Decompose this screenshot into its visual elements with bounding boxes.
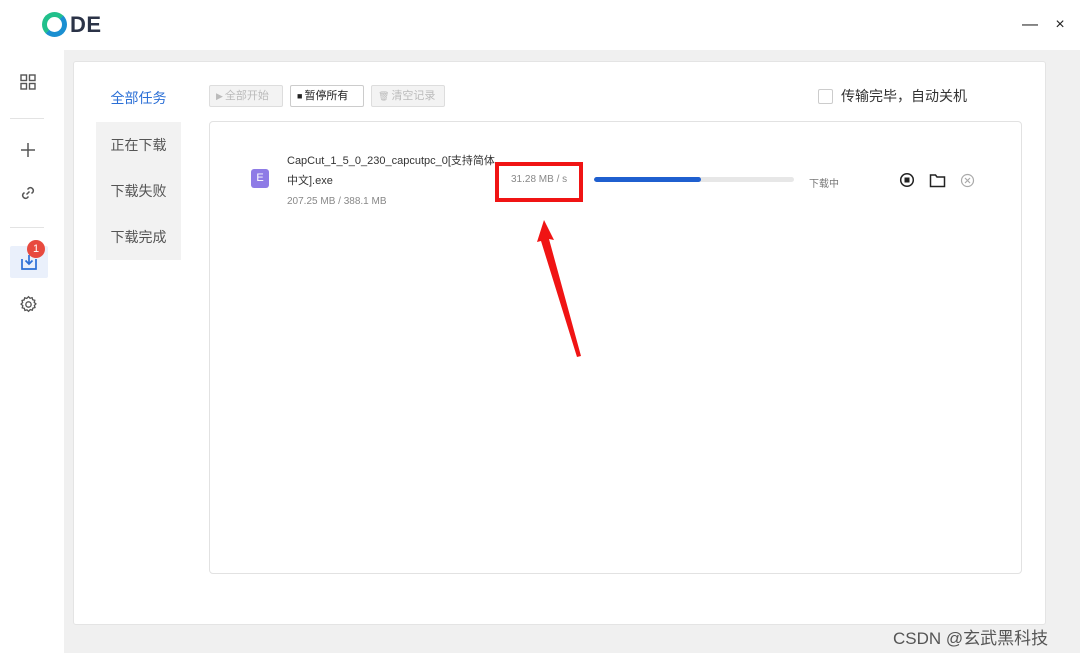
sidebar-separator xyxy=(10,118,44,119)
exe-file-icon: E xyxy=(251,169,269,188)
auto-shutdown-label: 传输完毕，自动关机 xyxy=(841,88,967,104)
auto-shutdown-checkbox[interactable] xyxy=(818,88,833,104)
task-status: 下载中 xyxy=(809,179,839,190)
clear-records-button[interactable]: 🗑 清空记录 xyxy=(371,85,445,107)
folder-icon xyxy=(929,173,945,187)
start-all-label: 全部开始 xyxy=(224,90,269,102)
stop-task-button[interactable] xyxy=(898,171,916,189)
task-progress-fill xyxy=(594,177,701,182)
delete-task-button[interactable] xyxy=(958,171,976,189)
annotation-arrow-icon xyxy=(537,220,581,357)
pause-all-button[interactable]: ■ 暂停所有 xyxy=(290,85,364,107)
sidebar-item-add[interactable] xyxy=(13,135,43,165)
sidebar-separator xyxy=(10,227,44,228)
clear-records-label: 清空记录 xyxy=(391,90,436,102)
category-downloading[interactable]: 正在下载 xyxy=(96,122,181,168)
sidebar-item-settings[interactable] xyxy=(13,289,43,319)
logo-text: DE xyxy=(70,12,102,37)
task-file-name: CapCut_1_5_0_230_capcutpc_0[支持简体中文].exe xyxy=(287,155,495,187)
grid-icon xyxy=(20,74,36,90)
pause-all-label: 暂停所有 xyxy=(304,90,349,102)
downloads-count-badge: 1 xyxy=(27,240,45,258)
watermark-text: CSDN @玄武黑科技 xyxy=(893,629,1049,648)
app-logo: DE xyxy=(42,11,122,39)
trash-icon: 🗑 xyxy=(378,91,390,101)
category-failed[interactable]: 下载失败 xyxy=(96,168,181,214)
task-file-size: 207.25 MB / 388.1 MB xyxy=(287,196,387,207)
minimize-button[interactable]: — xyxy=(1019,14,1041,36)
close-button[interactable]: × xyxy=(1049,14,1071,36)
start-all-button[interactable]: ▶ 全部开始 xyxy=(209,85,283,107)
stop-square-icon: ■ xyxy=(297,91,303,101)
play-icon: ▶ xyxy=(216,91,223,101)
close-circle-icon xyxy=(960,173,974,187)
auto-shutdown-option[interactable]: 传输完毕，自动关机 xyxy=(818,86,967,106)
stop-circle-icon xyxy=(899,172,915,188)
category-all-tasks[interactable]: 全部任务 xyxy=(96,75,181,121)
plus-icon xyxy=(21,143,35,157)
sidebar-item-link[interactable] xyxy=(13,178,43,208)
open-folder-button[interactable] xyxy=(928,171,946,189)
speed-highlight-box xyxy=(495,162,583,202)
sidebar-item-tasks[interactable] xyxy=(13,67,43,97)
category-completed[interactable]: 下载完成 xyxy=(96,214,181,260)
gear-icon xyxy=(19,295,37,312)
link-icon xyxy=(21,186,35,200)
title-bar: DE — × xyxy=(0,0,1080,50)
logo-ring-icon xyxy=(42,12,67,37)
task-progress-bar xyxy=(594,177,794,182)
